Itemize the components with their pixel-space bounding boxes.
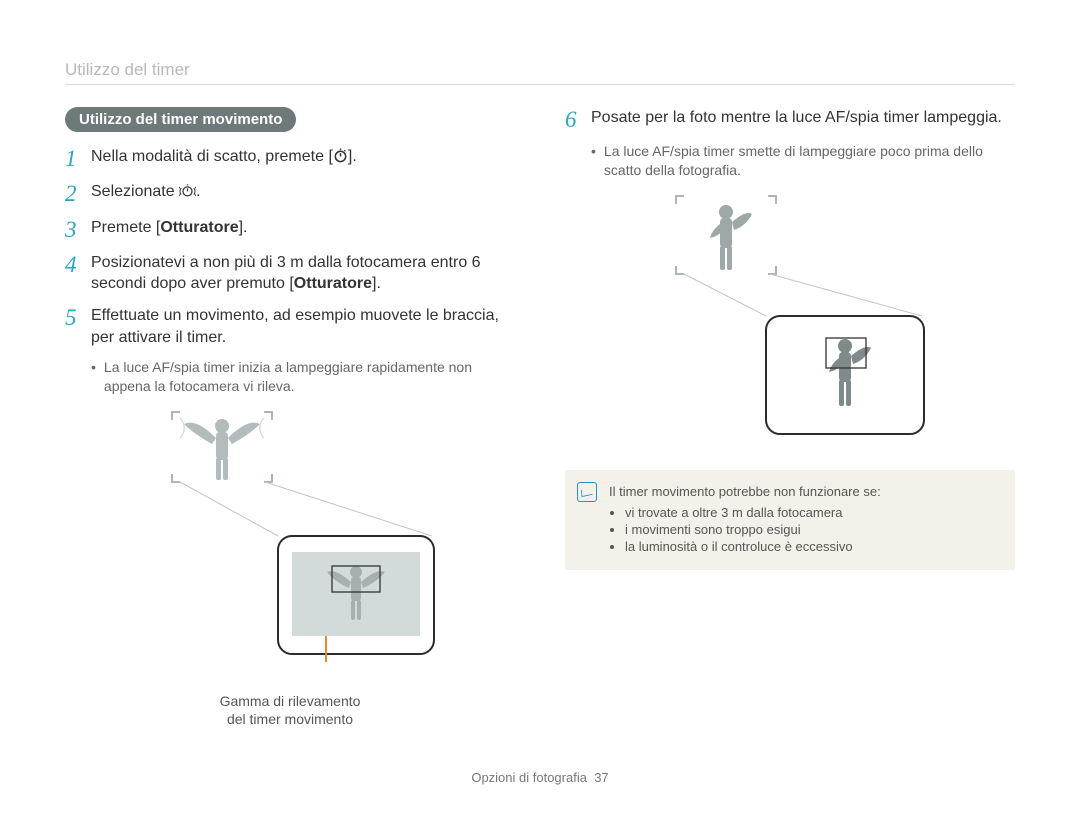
caption-line2: del timer movimento — [227, 711, 353, 727]
step-number: 2 — [65, 181, 91, 206]
page-header-title: Utilizzo del timer — [65, 60, 1015, 80]
note-item: la luminosità o il controluce è eccessiv… — [625, 539, 1001, 554]
diagram-caption: Gamma di rilevamento del timer movimento — [65, 692, 515, 728]
step-6-bullet: La luce AF/spia timer smette di lampeggi… — [591, 142, 1015, 180]
timer-icon — [333, 148, 348, 163]
left-column: Utilizzo del timer movimento 1 Nella mod… — [65, 107, 515, 760]
step-4: 4 Posizionatevi a non più di 3 m dalla f… — [65, 252, 515, 295]
note-item: vi trovate a oltre 3 m dalla fotocamera — [625, 505, 1001, 520]
right-column: 6 Posate per la foto mentre la luce AF/s… — [565, 107, 1015, 760]
step-number: 4 — [65, 252, 91, 277]
page-footer: Opzioni di fotografia 37 — [65, 760, 1015, 785]
detection-range-diagram — [140, 404, 440, 684]
step-5-bullet: La luce AF/spia timer inizia a lampeggia… — [91, 358, 515, 396]
step-text: Premete [Otturatore]. — [91, 217, 247, 239]
note-title: Il timer movimento potrebbe non funziona… — [609, 484, 881, 499]
footer-page-number: 37 — [594, 770, 608, 785]
footer-section: Opzioni di fotografia — [471, 770, 587, 785]
caption-line1: Gamma di rilevamento — [220, 693, 361, 709]
step-number: 3 — [65, 217, 91, 242]
step-text: Effettuate un movimento, ad esempio muov… — [91, 305, 515, 348]
step-number: 5 — [65, 305, 91, 330]
section-pill: Utilizzo del timer movimento — [65, 107, 296, 132]
note-item: i movimenti sono troppo esigui — [625, 522, 1001, 537]
note-box: Il timer movimento potrebbe non funziona… — [565, 470, 1015, 570]
header-rule — [65, 84, 1015, 85]
step-number: 6 — [565, 107, 591, 132]
step-2: 2 Selezionate . — [65, 181, 515, 206]
step-text: Nella modalità di scatto, premete []. — [91, 146, 357, 168]
note-list: vi trovate a oltre 3 m dalla fotocamera … — [609, 505, 1001, 554]
step-5: 5 Effettuate un movimento, ad esempio mu… — [65, 305, 515, 348]
step-text: Selezionate . — [91, 181, 201, 203]
step-6: 6 Posate per la foto mentre la luce AF/s… — [565, 107, 1015, 132]
motion-timer-icon — [179, 183, 196, 198]
step-text: Posate per la foto mentre la luce AF/spi… — [591, 107, 1002, 129]
note-icon — [577, 482, 597, 502]
step-1: 1 Nella modalità di scatto, premete []. — [65, 146, 515, 171]
step-number: 1 — [65, 146, 91, 171]
step-text: Posizionatevi a non più di 3 m dalla fot… — [91, 252, 515, 295]
step-3: 3 Premete [Otturatore]. — [65, 217, 515, 242]
pose-diagram — [640, 188, 940, 448]
